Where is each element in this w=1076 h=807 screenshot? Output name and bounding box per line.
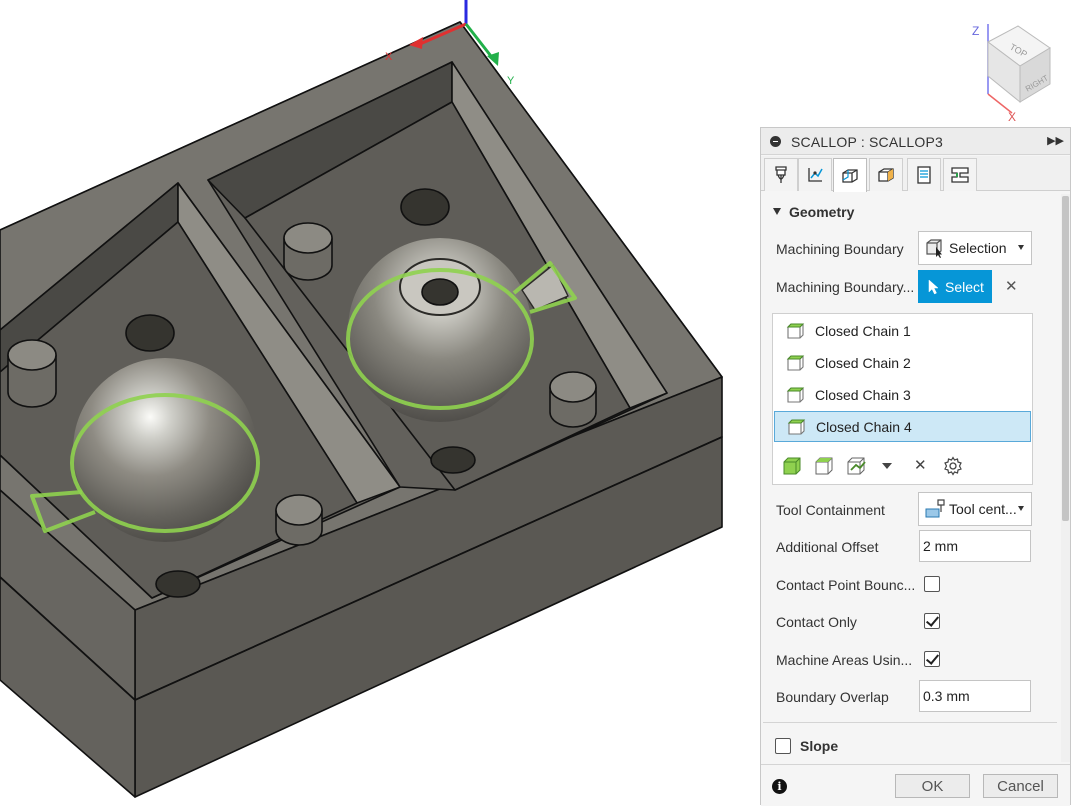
chain-label: Closed Chain 2 [815, 354, 911, 371]
fast-forward-icon[interactable]: ▶▶ [1047, 134, 1064, 147]
chevron-down-icon [1018, 245, 1024, 250]
gear-icon[interactable] [943, 456, 963, 476]
chain-face-icon[interactable] [814, 456, 834, 476]
panel-footer: i OK Cancel [761, 764, 1070, 806]
list-item[interactable]: Closed Chain 1 [774, 315, 1031, 346]
panel-title: SCALLOP : SCALLOP3 [791, 134, 943, 150]
panel-scrollbar-thumb[interactable] [1062, 196, 1069, 521]
clear-selection-icon[interactable]: ✕ [1005, 277, 1018, 295]
chain-icon [787, 418, 807, 436]
boundary-selection-icon [926, 239, 942, 258]
tool-containment-label: Tool Containment [776, 502, 885, 518]
chain-label: Closed Chain 1 [815, 322, 911, 339]
chain-sketch-icon[interactable] [846, 456, 868, 476]
advanced-icon [951, 167, 969, 183]
select-button-label: Select [945, 278, 984, 295]
heights-icon [878, 168, 894, 182]
slope-checkbox[interactable] [775, 738, 791, 754]
viewcube-x-label: X [1008, 110, 1016, 123]
remove-chain-icon[interactable]: ✕ [914, 456, 927, 474]
geometry-section-header[interactable]: Geometry [773, 204, 854, 220]
machining-boundary-label: Machining Boundary [776, 241, 904, 257]
machining-boundary-value: Selection [949, 240, 1007, 256]
tab-heights[interactable] [869, 158, 903, 191]
chain-icon [786, 354, 806, 372]
list-item[interactable]: Closed Chain 3 [774, 379, 1031, 410]
tab-passes[interactable] [798, 158, 832, 191]
geometry-icon [842, 168, 858, 183]
additional-offset-label: Additional Offset [776, 539, 879, 555]
chain-icon [786, 322, 806, 340]
machine-areas-label: Machine Areas Usin... [776, 652, 913, 668]
contact-point-boundary-label: Contact Point Bounc... [776, 577, 916, 593]
cursor-icon [928, 278, 939, 294]
tab-geometry[interactable] [833, 158, 867, 192]
linking-icon [917, 166, 931, 184]
boundary-selection-label: Machining Boundary... [776, 279, 915, 295]
tool-icon [775, 166, 787, 183]
tool-containment-value: Tool cent... [949, 501, 1017, 517]
select-boundary-button[interactable]: Select [918, 270, 992, 303]
list-item-selected[interactable]: Closed Chain 4 [774, 411, 1031, 442]
chevron-down-icon[interactable] [882, 463, 892, 471]
view-cube[interactable]: TOP RIGHT Z X [962, 18, 1062, 123]
axis-y-label: Y [507, 75, 515, 87]
collapse-icon[interactable] [770, 136, 781, 147]
section-divider [763, 722, 1057, 723]
chain-label: Closed Chain 3 [815, 386, 911, 403]
boundary-overlap-label: Boundary Overlap [776, 689, 889, 705]
passes-icon [808, 168, 823, 182]
viewcube-z-label: Z [972, 24, 979, 38]
boundary-overlap-input[interactable]: 0.3 mm [919, 680, 1031, 712]
tab-advanced[interactable] [943, 158, 977, 191]
axis-x-label: X [385, 51, 393, 63]
tool-center-icon [925, 499, 945, 518]
chain-label: Closed Chain 4 [816, 418, 912, 435]
cancel-button[interactable]: Cancel [983, 774, 1058, 798]
contact-point-boundary-checkbox[interactable] [924, 576, 940, 592]
panel-header: SCALLOP : SCALLOP3 ▶▶ [761, 128, 1070, 155]
contact-only-label: Contact Only [776, 614, 857, 630]
add-chain-icon[interactable] [782, 456, 802, 476]
slope-section-label: Slope [800, 738, 839, 754]
tab-linking[interactable] [907, 158, 941, 191]
triangle-down-icon [773, 208, 781, 215]
chain-list-toolbar: ✕ [773, 450, 1032, 482]
boundary-chain-list: Closed Chain 1 Closed Chain 2 Closed Cha… [772, 313, 1033, 485]
list-item[interactable]: Closed Chain 2 [774, 347, 1031, 378]
contact-only-checkbox[interactable] [924, 613, 940, 629]
machining-boundary-dropdown[interactable]: Selection [918, 231, 1032, 265]
machine-areas-checkbox[interactable] [924, 651, 940, 667]
chain-icon [786, 386, 806, 404]
panel-tabs [761, 156, 1070, 192]
tab-tool[interactable] [764, 158, 798, 191]
tool-containment-dropdown[interactable]: Tool cent... [918, 492, 1032, 526]
geometry-section-label: Geometry [789, 204, 855, 220]
ok-button[interactable]: OK [895, 774, 970, 798]
scallop-operation-panel: SCALLOP : SCALLOP3 ▶▶ Geometry Machining… [760, 127, 1071, 806]
info-icon[interactable]: i [772, 779, 787, 794]
chevron-down-icon [1018, 506, 1024, 511]
additional-offset-input[interactable]: 2 mm [919, 530, 1031, 562]
